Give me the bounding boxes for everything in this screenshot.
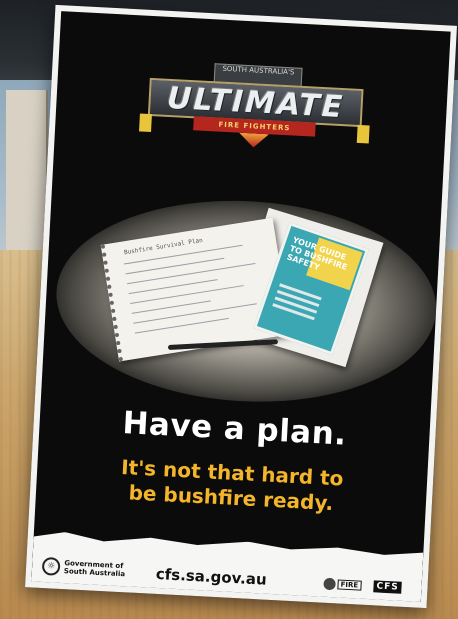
notebook-line (126, 262, 256, 285)
logo-cap-left (139, 113, 152, 133)
headline: Have a plan. (121, 404, 348, 453)
fire-emblem-icon (323, 578, 336, 591)
cfs-logo: CFS (373, 580, 402, 593)
logo-cap-right (356, 124, 370, 144)
ultimate-fire-fighters-logo: SOUTH AUSTRALIA'S ULTIMATE FIRE FIGHTERS (139, 54, 370, 157)
fire-service-logo: FIRE (323, 576, 364, 594)
notebook-line (133, 303, 257, 324)
notebook-line (130, 285, 244, 305)
website-url: cfs.sa.gov.au (155, 564, 268, 589)
brochure-text-lines (279, 283, 322, 301)
poster: SOUTH AUSTRALIA'S ULTIMATE FIRE FIGHTERS… (25, 4, 457, 609)
fire-label: FIRE (337, 579, 361, 590)
subline: It's not that hard to be bushfire ready. (36, 451, 428, 521)
government-text: Government of South Australia (64, 559, 126, 578)
crest-icon: ☼ (42, 557, 61, 576)
flame-icon (238, 133, 269, 149)
government-logo: ☼ Government of South Australia (42, 557, 126, 579)
